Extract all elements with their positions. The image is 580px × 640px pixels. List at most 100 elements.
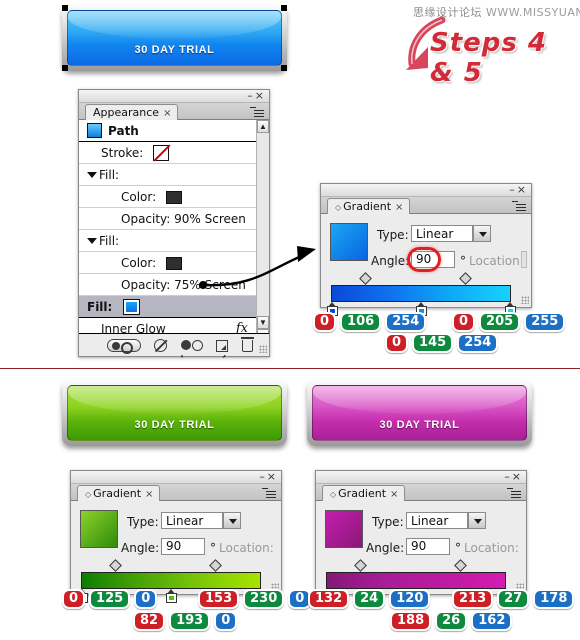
gradient-type-select[interactable]: Linear bbox=[406, 512, 486, 529]
gradient-titlebar[interactable]: –× bbox=[71, 471, 281, 484]
gradient-body: Type: Linear Angle: 90 ° Location: bbox=[321, 214, 531, 316]
window-controls[interactable]: –× bbox=[247, 90, 266, 101]
tab-close-icon[interactable]: × bbox=[395, 202, 403, 213]
panel-menu-icon[interactable] bbox=[507, 486, 523, 498]
window-controls[interactable]: –× bbox=[509, 184, 528, 195]
gradient-type-select[interactable]: Linear bbox=[161, 512, 241, 529]
appearance-tabrow[interactable]: Appearance × bbox=[79, 103, 269, 120]
gradient-midpoint-0[interactable] bbox=[354, 559, 367, 572]
appearance-row-fill-1[interactable]: Fill: bbox=[79, 164, 256, 186]
rgb-green-value: 24 bbox=[353, 589, 386, 609]
disclosure-triangle-icon[interactable] bbox=[87, 172, 97, 178]
disclosure-triangle-icon[interactable] bbox=[87, 238, 97, 244]
tab-close-icon[interactable]: × bbox=[145, 489, 153, 500]
chevron-down-icon[interactable] bbox=[468, 512, 486, 529]
gradient-panel-magenta[interactable]: –× ◇ Gradient × Type: Linear Angle: 90 ° L… bbox=[315, 470, 527, 603]
anchor-point-br[interactable] bbox=[281, 65, 287, 71]
panel-menu-icon[interactable] bbox=[262, 486, 278, 498]
button-bezel: 30 DAY TRIAL bbox=[62, 380, 287, 446]
gradient-type-select[interactable]: Linear bbox=[411, 225, 491, 242]
rgb-readout-magenta-end: 213 27 178 bbox=[452, 589, 578, 609]
gradient-midpoint-0[interactable] bbox=[109, 559, 122, 572]
appearance-footer-toolbar bbox=[79, 333, 269, 355]
tab-close-icon[interactable]: × bbox=[163, 108, 171, 119]
button-face: 30 DAY TRIAL bbox=[312, 385, 527, 441]
gradient-slider-strip[interactable] bbox=[326, 572, 506, 589]
location-input[interactable] bbox=[521, 251, 527, 268]
gradient-midpoint-0[interactable] bbox=[359, 272, 372, 285]
panel-menu-icon[interactable] bbox=[250, 105, 266, 117]
rgb-green-value: 193 bbox=[169, 611, 211, 631]
duplicate-item-icon[interactable] bbox=[180, 340, 203, 352]
gradient-midpoint-1[interactable] bbox=[454, 559, 467, 572]
gradient-preview-swatch[interactable] bbox=[325, 510, 363, 548]
tab-gradient[interactable]: ◇ Gradient × bbox=[77, 485, 161, 501]
green-trial-button[interactable]: 30 DAY TRIAL bbox=[62, 380, 287, 446]
appearance-row-color-1[interactable]: Color: bbox=[79, 186, 256, 208]
no-stroke-swatch-icon[interactable] bbox=[153, 145, 170, 161]
gradient-preview-swatch[interactable] bbox=[80, 510, 118, 548]
panel-menu-icon[interactable] bbox=[512, 199, 528, 211]
tab-label: Gradient bbox=[343, 200, 392, 213]
magenta-trial-button[interactable]: 30 DAY TRIAL bbox=[307, 380, 532, 446]
new-art-icon[interactable] bbox=[216, 339, 229, 352]
gradient-slider-strip[interactable] bbox=[331, 285, 511, 302]
rgb-readout-green-mid: 82 193 0 bbox=[133, 611, 241, 631]
appearance-row-opacity-1[interactable]: Opacity: 90% Screen bbox=[79, 208, 256, 230]
window-controls[interactable]: –× bbox=[259, 471, 278, 482]
close-icon[interactable]: × bbox=[517, 183, 528, 196]
rgb-green-value: 27 bbox=[497, 589, 530, 609]
appearance-row-stroke[interactable]: Stroke: bbox=[79, 142, 256, 164]
tab-gradient[interactable]: ◇ Gradient × bbox=[322, 485, 406, 501]
tab-appearance[interactable]: Appearance × bbox=[85, 104, 179, 120]
anchor-point-tl[interactable] bbox=[62, 5, 68, 11]
angle-label: Angle: bbox=[371, 254, 410, 268]
row-label: Fill: bbox=[87, 300, 113, 314]
anchor-point-bl[interactable] bbox=[62, 65, 68, 71]
fill-color-swatch-icon[interactable] bbox=[166, 257, 182, 270]
gradient-preview-swatch[interactable] bbox=[330, 223, 368, 261]
gradient-midpoint-1[interactable] bbox=[459, 272, 472, 285]
chevron-down-icon[interactable] bbox=[473, 225, 491, 242]
resize-grip[interactable] bbox=[521, 296, 529, 304]
gradient-tabrow[interactable]: ◇ Gradient × bbox=[316, 484, 526, 501]
resize-grip[interactable] bbox=[259, 345, 267, 353]
blue-trial-button[interactable]: 30 DAY TRIAL bbox=[62, 5, 287, 71]
tab-close-icon[interactable]: × bbox=[390, 489, 398, 500]
gradient-panel-green[interactable]: –× ◇ Gradient × Type: Linear Angle: 90 ° L… bbox=[70, 470, 282, 603]
no-selection-icon[interactable] bbox=[154, 339, 168, 353]
gradient-midpoint-1[interactable] bbox=[209, 559, 222, 572]
gradient-stop-1[interactable] bbox=[166, 589, 177, 603]
gradient-slider-strip[interactable] bbox=[81, 572, 261, 589]
minimize-icon[interactable]: – bbox=[247, 89, 255, 102]
anchor-point-tr[interactable] bbox=[281, 5, 287, 11]
row-label: Fill: bbox=[99, 168, 120, 182]
angle-input[interactable]: 90 bbox=[406, 538, 450, 555]
close-icon[interactable]: × bbox=[512, 470, 523, 483]
fill-color-swatch-icon[interactable] bbox=[166, 191, 182, 204]
close-icon[interactable]: × bbox=[267, 470, 278, 483]
delete-icon[interactable] bbox=[240, 336, 254, 352]
appearance-row-path[interactable]: Path bbox=[79, 120, 256, 142]
gradient-tabrow[interactable]: ◇ Gradient × bbox=[71, 484, 281, 501]
scroll-up-icon[interactable]: ▲ bbox=[257, 120, 269, 133]
appearance-panel[interactable]: –× Appearance × ▲ ▼ Path Stroke: Fill: C… bbox=[78, 89, 270, 358]
scroll-down-icon[interactable]: ▼ bbox=[257, 316, 269, 329]
appearance-scrollbar[interactable]: ▲ ▼ bbox=[256, 120, 269, 355]
window-controls[interactable]: –× bbox=[504, 471, 523, 482]
angle-input[interactable]: 90 bbox=[161, 538, 205, 555]
gradient-titlebar[interactable]: –× bbox=[316, 471, 526, 484]
chevron-down-icon[interactable] bbox=[223, 512, 241, 529]
minimize-icon[interactable]: – bbox=[509, 183, 517, 196]
gradient-body: Type: Linear Angle: 90 ° Location: bbox=[316, 501, 526, 603]
close-icon[interactable]: × bbox=[255, 89, 266, 102]
gradient-tabrow[interactable]: ◇ Gradient × bbox=[321, 197, 531, 214]
appearance-titlebar[interactable]: –× bbox=[79, 90, 269, 103]
gradient-fill-swatch-icon[interactable] bbox=[122, 299, 140, 315]
clear-appearance-toggle-icon[interactable] bbox=[107, 339, 141, 355]
gradient-titlebar[interactable]: –× bbox=[321, 184, 531, 197]
tab-gradient[interactable]: ◇ Gradient × bbox=[327, 198, 411, 214]
minimize-icon[interactable]: – bbox=[504, 470, 512, 483]
minimize-icon[interactable]: – bbox=[259, 470, 267, 483]
gradient-panel-blue[interactable]: –× ◇ Gradient × Type: Linear Angle: 90 ° L… bbox=[320, 183, 532, 316]
